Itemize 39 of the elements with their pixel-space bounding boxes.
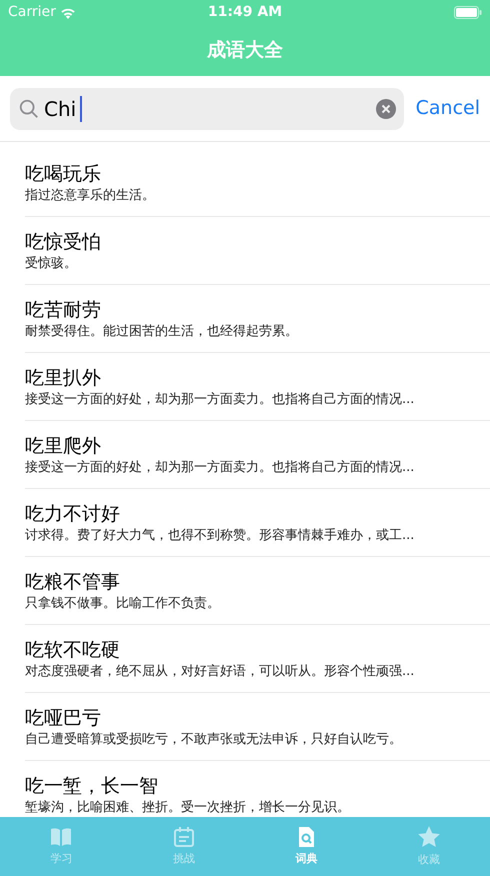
idiom-title: 吃力不讨好 (25, 502, 121, 526)
search-icon (18, 98, 40, 120)
idiom-meaning: 只拿钱不做事。比喻工作不负责。 (25, 594, 221, 612)
result-row[interactable]: 吃力不讨好 讨求得。费了好大力气，也得不到称赞。形容事情棘手难办，或工... (25, 489, 490, 557)
idiom-title: 吃喝玩乐 (25, 162, 102, 186)
idiom-meaning: 接受这一方面的好处，却为那一方面卖力。也指将自己方面的情况... (25, 390, 416, 408)
result-row[interactable]: 吃哑巴亏 自己遭受暗算或受损吃亏，不敢声张或无法申诉，只好自认吃亏。 (25, 693, 490, 761)
idiom-title: 吃粮不管事 (25, 570, 121, 594)
idiom-title: 吃里扒外 (25, 366, 102, 390)
cancel-button[interactable]: Cancel (416, 94, 480, 123)
idiom-meaning: 讨求得。费了好大力气，也得不到称赞。形容事情棘手难办，或工... (25, 526, 416, 544)
idiom-title: 吃一堑，长一智 (25, 774, 159, 798)
idiom-meaning: 耐禁受得住。能过困苦的生活，也经得起劳累。 (25, 322, 299, 340)
result-row[interactable]: 吃软不吃硬 对态度强硬者，绝不屈从，对好言好语，可以听从。形容个性顽强... (25, 625, 490, 693)
idiom-meaning: 自己遭受暗算或受损吃亏，不敢声张或无法申诉，只好自认吃亏。 (25, 730, 403, 748)
result-row[interactable]: 吃喝玩乐 指过恣意享乐的生活。 (25, 149, 490, 217)
battery-icon (454, 6, 482, 19)
idiom-title: 吃哑巴亏 (25, 706, 102, 730)
idiom-meaning: 对态度强硬者，绝不屈从，对好言好语，可以听从。形容个性顽强... (25, 662, 416, 680)
idiom-meaning: 指过恣意享乐的生活。 (25, 186, 156, 204)
clock-time: 11:49 AM (208, 3, 282, 22)
clear-icon[interactable] (376, 98, 396, 118)
search-field[interactable]: Chi (10, 88, 404, 130)
idiom-title: 吃惊受怕 (25, 230, 102, 254)
result-row[interactable]: 吃苦耐劳 耐禁受得住。能过困苦的生活，也经得起劳累。 (25, 285, 490, 353)
idiom-title: 吃软不吃硬 (25, 638, 121, 662)
result-row[interactable]: 吃惊受怕 受惊骇。 (25, 217, 490, 285)
result-row[interactable]: 吃里爬外 接受这一方面的好处，却为那一方面卖力。也指将自己方面的情况... (25, 421, 490, 489)
result-row[interactable]: 吃粮不管事 只拿钱不做事。比喻工作不负责。 (25, 557, 490, 625)
idiom-title: 吃苦耐劳 (25, 298, 102, 322)
calendar-icon (172, 825, 196, 850)
wifi-icon (60, 6, 76, 18)
screen-title: 成语大全 (207, 38, 283, 64)
idiom-meaning: 受惊骇。 (25, 254, 78, 272)
idiom-meaning: 接受这一方面的好处，却为那一方面卖力。也指将自己方面的情况... (25, 458, 416, 476)
carrier-label: Carrier (8, 3, 56, 22)
result-row[interactable]: 吃里扒外 接受这一方面的好处，却为那一方面卖力。也指将自己方面的情况... (25, 353, 490, 421)
idiom-meaning: 堑壕沟，比喻困难、挫折。受一次挫折，增长一分见识。 (25, 798, 351, 816)
idiom-title: 吃里爬外 (25, 434, 102, 458)
